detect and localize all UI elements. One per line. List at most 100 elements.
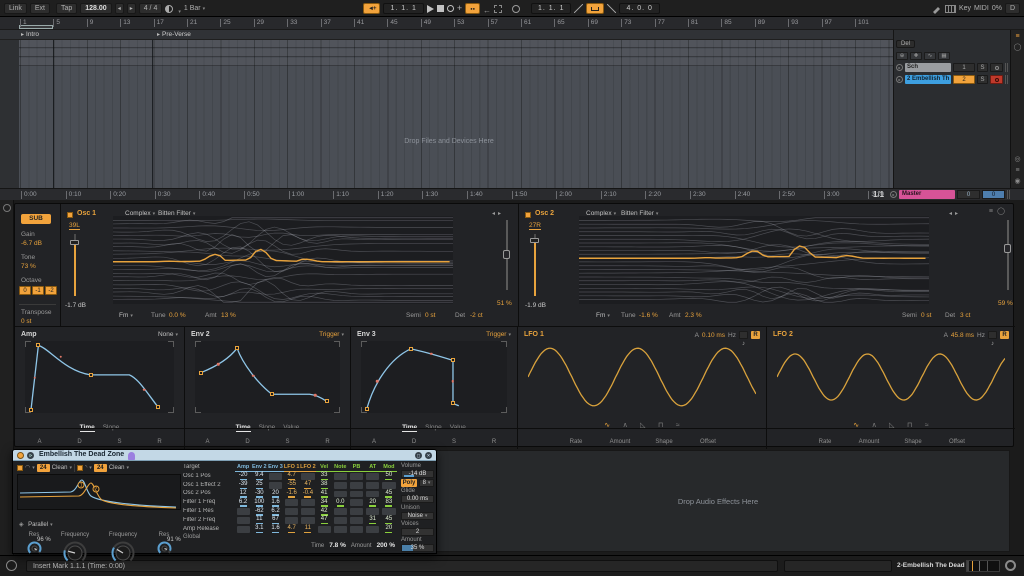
filter2-res-value[interactable]: 91 %: [167, 537, 181, 543]
lfo2-hz-mode[interactable]: Hz: [977, 332, 985, 339]
osc1-position-value[interactable]: 51 %: [497, 300, 512, 307]
matrix-cell[interactable]: -55: [284, 481, 300, 490]
osc2-wavetable-display[interactable]: [579, 216, 929, 304]
osc2-gain-handle[interactable]: [530, 238, 539, 243]
lfo2-attack-value[interactable]: 45.8 ms: [951, 332, 974, 339]
matrix-cell[interactable]: -0.4: [300, 490, 316, 499]
matrix-cell[interactable]: 83: [381, 498, 397, 507]
envelope-handle[interactable]: [36, 343, 41, 348]
matrix-cell[interactable]: 25: [251, 481, 267, 490]
matrix-cell[interactable]: 33: [316, 472, 332, 481]
arm-button-active[interactable]: [990, 75, 1003, 84]
locator[interactable]: Pre-Verse: [157, 31, 191, 38]
envelope-handle[interactable]: [324, 399, 329, 404]
stop-button[interactable]: [436, 5, 444, 12]
matrix-cell[interactable]: -30: [251, 490, 267, 499]
filter-response-display[interactable]: 1 2: [17, 474, 181, 510]
matrix-target[interactable]: Osc 2 Pos: [183, 490, 235, 497]
osc2-semi-value[interactable]: 0 st: [921, 312, 931, 319]
env2-mode-menu[interactable]: Trigger: [319, 331, 344, 338]
osc1-table-prev-next-icons[interactable]: ◂▸: [492, 210, 504, 217]
fade-icon[interactable]: ∿: [924, 52, 936, 60]
matrix-cell[interactable]: [366, 490, 380, 498]
matrix-cell[interactable]: 47: [300, 481, 316, 490]
matrix-cell[interactable]: [285, 516, 299, 524]
metronome-icon[interactable]: [165, 4, 174, 13]
matrix-cell[interactable]: [349, 516, 364, 524]
matrix-cell[interactable]: [349, 481, 364, 489]
filter1-handle[interactable]: 1: [77, 481, 85, 489]
envelope-curve-dot[interactable]: [216, 362, 220, 366]
envelope-handle[interactable]: [364, 406, 369, 411]
time-ruler[interactable]: 1/1 0:00 0:10 0:20 0:30 0:40 0:50 1:00 1:10 1:20…: [0, 188, 1024, 200]
matrix-cell[interactable]: 45: [381, 516, 397, 525]
matrix-cell[interactable]: 1.6: [267, 498, 283, 507]
beat-time-ruler[interactable]: 1 5 9 13 17 21 25 29 33 37 41 45 49 53 57 61 65 69 73 77 81 8…: [0, 17, 1024, 30]
filter2-toggle[interactable]: [76, 464, 83, 471]
matrix-cell[interactable]: [366, 525, 380, 533]
matrix-cell[interactable]: 11: [251, 516, 267, 525]
window-unfold-icon[interactable]: ◻: [415, 451, 422, 459]
volume-field[interactable]: -14 dB: [401, 470, 434, 478]
lfo2-retrigger-button[interactable]: R: [1000, 331, 1009, 339]
locator[interactable]: Intro: [21, 31, 39, 38]
filter1-res-knob[interactable]: [27, 541, 42, 560]
osc1-tune-value[interactable]: 0.0 %: [169, 312, 186, 319]
solo-button[interactable]: S: [977, 63, 988, 72]
osc1-gain-handle[interactable]: [70, 240, 79, 245]
loop-length-display[interactable]: 4. 0. 0: [619, 3, 660, 14]
env3-plot[interactable]: [361, 341, 507, 413]
matrix-cell[interactable]: [301, 499, 315, 507]
envelope-handle[interactable]: [450, 358, 455, 363]
matrix-cell[interactable]: [285, 499, 299, 507]
osc2-table-prev-next-icons[interactable]: ◂▸: [949, 210, 961, 217]
tone-value[interactable]: 73 %: [21, 263, 36, 270]
matrix-cell[interactable]: 6.2: [235, 498, 251, 507]
lfo1-attack-value[interactable]: 0.10 ms: [702, 332, 725, 339]
osc2-amt-value[interactable]: 2.3 %: [685, 312, 702, 319]
follow-button[interactable]: [363, 3, 381, 14]
matrix-cell[interactable]: [349, 499, 364, 507]
matrix-cell[interactable]: [349, 525, 364, 533]
osc2-toggle[interactable]: [525, 212, 531, 218]
filter1-toggle[interactable]: [17, 464, 23, 471]
matrix-target[interactable]: Osc 1 Effect 2: [183, 482, 235, 489]
matrix-cell[interactable]: 3.1: [251, 525, 267, 534]
matrix-cell[interactable]: 0.0: [332, 498, 348, 507]
computer-midi-keyboard-icon[interactable]: [944, 4, 956, 13]
matrix-cell[interactable]: [301, 516, 315, 524]
filter2-res-knob[interactable]: [157, 541, 172, 560]
track-lane[interactable]: [19, 49, 893, 57]
nudge-up-button[interactable]: ▸: [126, 3, 136, 14]
matrix-cell[interactable]: [236, 508, 250, 515]
filter1-slope-button[interactable]: 24: [36, 463, 50, 472]
envelope-handle[interactable]: [155, 404, 160, 409]
matrix-cell[interactable]: [285, 508, 299, 515]
io-toggle-icon[interactable]: ◯: [1014, 44, 1022, 51]
matrix-cell[interactable]: 47: [316, 516, 332, 525]
lfo1-retrigger-button[interactable]: R: [751, 331, 760, 339]
track-lane[interactable]: [19, 40, 893, 48]
octave-0-button[interactable]: 0: [19, 286, 31, 295]
matrix-cell[interactable]: [333, 508, 347, 515]
matrix-cell[interactable]: [366, 508, 380, 515]
metronome-menu-chevron[interactable]: [176, 0, 181, 18]
filter1-res-value[interactable]: 96 %: [37, 537, 51, 543]
matrix-cell[interactable]: 9.4: [251, 472, 267, 481]
filter2-slope-button[interactable]: 24: [93, 463, 107, 472]
quantize-menu[interactable]: 1 Bar: [184, 5, 205, 12]
osc1-mod-menu[interactable]: Fm: [119, 312, 133, 319]
automation-arm-icon[interactable]: [494, 4, 503, 13]
track-row-selected[interactable]: ▸ 2 Embellish Th 2 S: [896, 75, 1008, 84]
matrix-cell[interactable]: [349, 490, 364, 498]
amp-env-mode-menu[interactable]: None: [158, 331, 178, 338]
global-amount-value[interactable]: 200 %: [377, 542, 395, 549]
plus-icon[interactable]: ✚: [910, 52, 922, 60]
time-signature-field[interactable]: 4 / 4: [138, 3, 163, 14]
matrix-cell[interactable]: 31: [365, 516, 381, 525]
env2-plot[interactable]: [195, 341, 340, 413]
osc2-position-handle[interactable]: [1004, 244, 1011, 253]
filter2-type-icon[interactable]: ◝: [85, 464, 92, 471]
osc1-amt-value[interactable]: 13 %: [221, 312, 236, 319]
env3-mode-menu[interactable]: Trigger: [486, 331, 511, 338]
